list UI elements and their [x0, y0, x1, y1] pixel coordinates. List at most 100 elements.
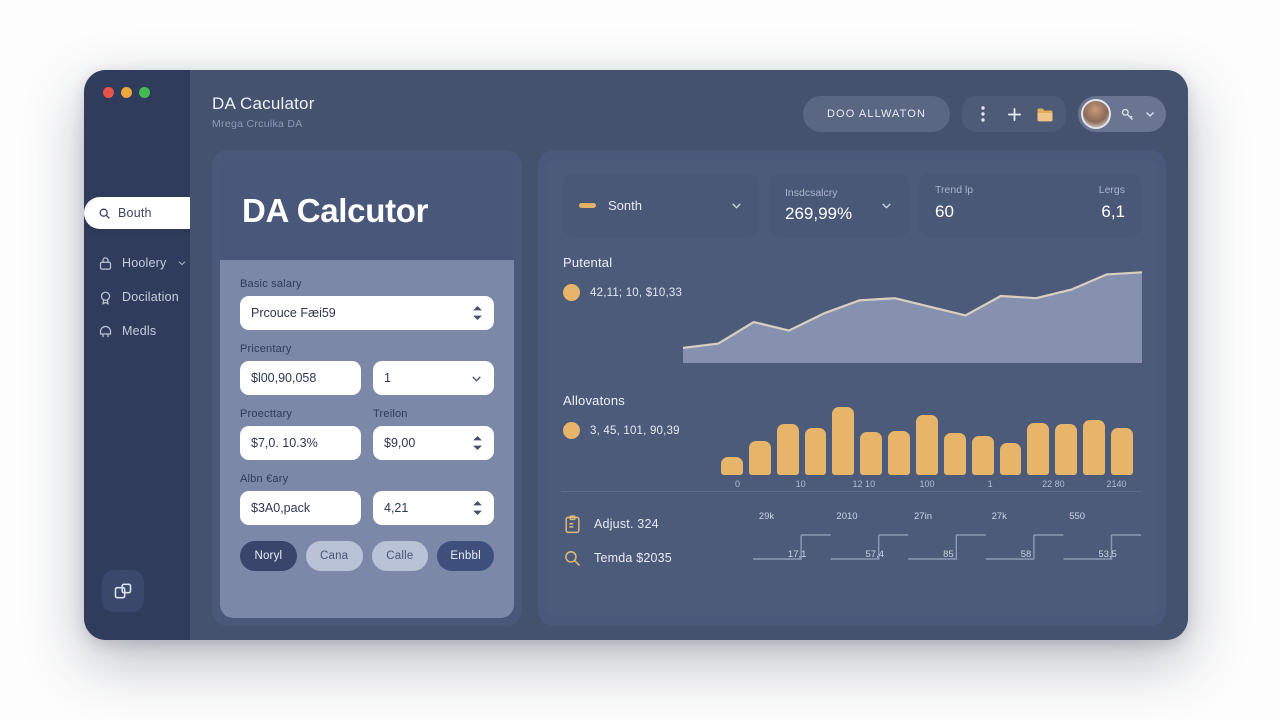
- sidebar-item-label: Medls: [122, 324, 157, 338]
- minimize-window-button[interactable]: [121, 87, 132, 98]
- window-controls: [103, 87, 150, 98]
- top-bar: DA Caculator Mrega Crculka DA DOO ALLWAT…: [190, 70, 1188, 156]
- field-label-treilon: Treilon: [373, 408, 408, 420]
- sidebar: Bouth Hoolery Docilation Medls: [84, 70, 204, 640]
- axis-tick-label: 12 10: [852, 479, 876, 489]
- avatar: [1081, 99, 1111, 129]
- field-label-basic-salary: Basic salary: [240, 278, 302, 290]
- mini-step-chart: 29k 2010 27in 27k 550 17,1 57,4 85 58 53,5: [753, 509, 1141, 575]
- mini-label-top: 29k: [758, 511, 775, 522]
- mini-label-top: 27in: [914, 511, 932, 522]
- maximize-window-button[interactable]: [139, 87, 150, 98]
- rate-value: 4,21: [384, 501, 409, 515]
- bar-chart: [721, 395, 1133, 475]
- legend-dot-icon: [563, 422, 580, 439]
- basic-salary-input[interactable]: Prcouce Fæi59: [240, 296, 494, 330]
- enbbl-button[interactable]: Enbbl: [437, 541, 494, 571]
- account-menu[interactable]: [1078, 96, 1166, 132]
- calculator-header: DA Calcutor: [220, 158, 514, 260]
- potential-legend-text: 42,11; 10, $10,33: [590, 286, 683, 299]
- lergs-label: Lergs: [1098, 184, 1125, 196]
- plus-icon: [1007, 107, 1021, 121]
- cana-button[interactable]: Cana: [305, 541, 363, 571]
- copy-windows-icon: [114, 583, 132, 599]
- stepper-icon: [473, 501, 482, 515]
- field-row-labels-2: Proecttary Treilon: [240, 408, 494, 426]
- bar: [888, 431, 911, 475]
- pricentary-col: $l00,90,058: [240, 361, 361, 395]
- main-area: DA Caculator Mrega Crculka DA DOO ALLWAT…: [190, 70, 1188, 640]
- copy-windows-button[interactable]: [102, 570, 144, 612]
- bar: [832, 406, 855, 475]
- adjust-text: Adjust. 324: [594, 517, 659, 531]
- pricentary-input[interactable]: $l00,90,058: [240, 361, 361, 395]
- basic-salary-value: Prcouce Fæi59: [251, 306, 336, 320]
- treilon-input[interactable]: $9,00: [373, 426, 494, 460]
- temda-text: Temda $2035: [594, 551, 672, 565]
- calculator-form: Basic salary Prcouce Fæi59 Pricentary $l…: [220, 260, 514, 618]
- chevron-down-icon: [882, 202, 891, 209]
- potential-section: Putental 42,11; 10, $10,33: [563, 255, 1141, 379]
- search-input-value: Bouth: [118, 206, 152, 220]
- calculator-title: DA Calcutor: [242, 192, 429, 229]
- allocations-section: Allovatons 3, 45, 101, 90,39 0 10 12 10 100…: [563, 393, 1141, 497]
- bar: [1083, 420, 1106, 475]
- sidebar-item-label: Hoolery: [122, 256, 167, 270]
- bar: [999, 442, 1022, 475]
- stepper-icon: [473, 436, 482, 450]
- chevron-down-icon: [472, 375, 481, 382]
- bar: [1027, 423, 1050, 475]
- area-chart: [683, 247, 1142, 367]
- trend-card: Trend lp 60 Lergs 6,1: [919, 173, 1141, 237]
- proecttary-value: $7,0. 10.3%: [251, 436, 318, 450]
- do-allocation-button[interactable]: DOO ALLWATON: [803, 96, 950, 132]
- search-icon: [565, 550, 581, 566]
- calle-button[interactable]: Calle: [371, 541, 429, 571]
- axis-tick-label: 1: [987, 479, 993, 489]
- stepper-icon: [473, 306, 482, 320]
- app-window: Bouth Hoolery Docilation Medls DA Cacula…: [84, 70, 1188, 640]
- lergs-value: 6,1: [1101, 202, 1125, 221]
- trend-label: Trend lp: [935, 184, 974, 196]
- albn-eary-input[interactable]: $3A0,pack: [240, 491, 361, 525]
- calculator-card: DA Calcutor Basic salary Prcouce Fæi59 P…: [220, 158, 514, 618]
- allocations-legend-text: 3, 45, 101, 90,39: [590, 424, 680, 437]
- footer-rows: Adjust. 324 Temda $2035 29k 2010 27in 27k: [563, 507, 1141, 575]
- field-label-albn-eary: Albn €ary: [240, 473, 289, 485]
- bar: [1055, 424, 1078, 475]
- sidebar-item-label: Docilation: [122, 290, 179, 304]
- chevron-down-icon: [179, 261, 186, 266]
- bar: [916, 414, 938, 475]
- badge-icon: [100, 291, 111, 305]
- mini-label-bottom: 58: [1020, 549, 1032, 560]
- dashboard-card: Sonth Insdcsalcry 269,99% Trend lp 60 Le…: [547, 159, 1157, 617]
- clipboard-icon: [565, 514, 580, 533]
- rate-stepper[interactable]: 4,21: [373, 491, 494, 525]
- folder-button[interactable]: [1036, 105, 1054, 123]
- trend-value: 60: [935, 202, 954, 221]
- albn-eary-value: $3A0,pack: [251, 501, 311, 515]
- area-chart-svg: [683, 247, 1142, 363]
- dash-icon: [579, 202, 596, 208]
- mini-label-bottom: 17,1: [787, 549, 807, 560]
- indexed-salary-card[interactable]: Insdcsalcry 269,99%: [769, 173, 909, 237]
- bar: [971, 436, 994, 475]
- treilon-value: $9,00: [384, 436, 416, 450]
- proecttary-input[interactable]: $7,0. 10.3%: [240, 426, 361, 460]
- close-window-button[interactable]: [103, 87, 114, 98]
- stat-row: Sonth Insdcsalcry 269,99% Trend lp 60 Le…: [563, 173, 1141, 237]
- period-dropdown[interactable]: Sonth: [563, 173, 759, 237]
- noryl-button[interactable]: Noryl: [240, 541, 297, 571]
- bar: [804, 428, 827, 475]
- indexed-salary-value: 269,99%: [785, 203, 853, 223]
- mini-label-top: 2010: [836, 511, 858, 522]
- add-button[interactable]: [1005, 105, 1023, 123]
- pricentary-value: $l00,90,058: [251, 371, 317, 385]
- bar: [721, 457, 743, 475]
- more-vertical-button[interactable]: [974, 105, 992, 123]
- helmet-icon: [99, 325, 112, 337]
- search-input[interactable]: Bouth: [84, 197, 204, 229]
- bar: [943, 433, 966, 475]
- mini-label-top: 550: [1069, 511, 1086, 522]
- count-select[interactable]: 1: [373, 361, 494, 395]
